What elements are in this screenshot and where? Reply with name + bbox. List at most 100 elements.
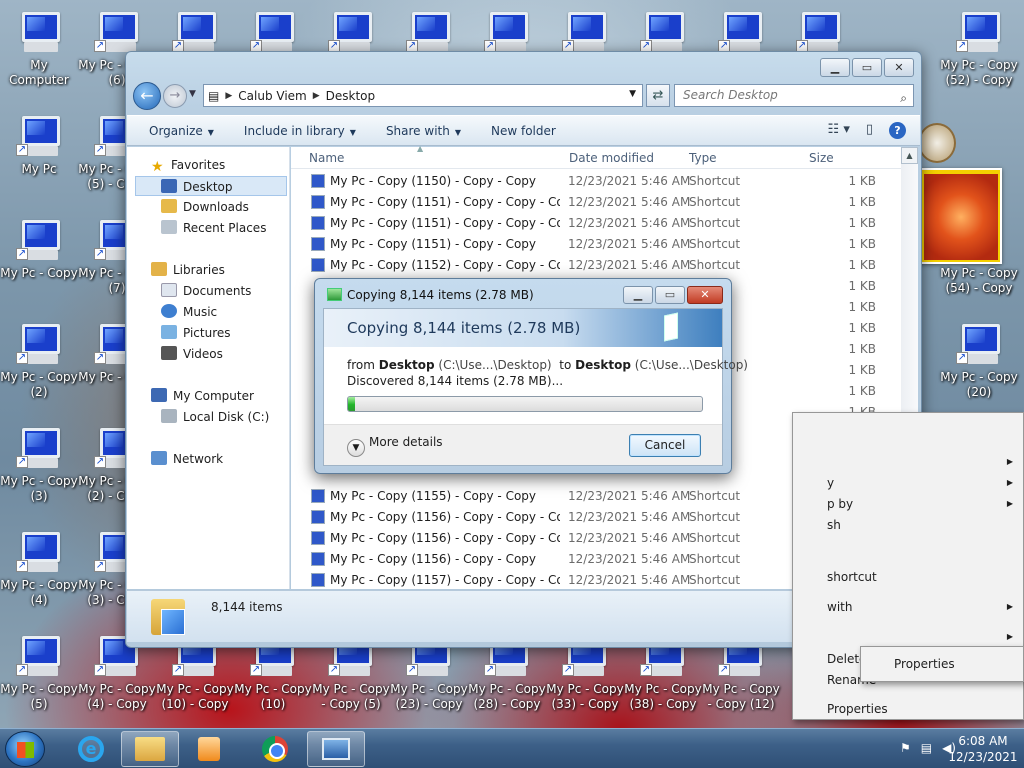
nav-favorites[interactable]: ★ Favorites — [151, 155, 225, 175]
address-dropdown-icon[interactable]: ▼ — [629, 89, 636, 99]
context-menu-item[interactable]: shortcut — [793, 566, 1023, 588]
dialog-close-button[interactable]: ✕ — [687, 286, 723, 304]
nav-local-disk[interactable]: Local Disk (C:) — [161, 407, 269, 427]
desktop-icon-my-pc[interactable]: ↗ My Pc - Copy (4) — [0, 522, 78, 626]
copy-progress-bar — [347, 396, 703, 412]
more-details-button[interactable]: ▼ More details — [347, 435, 443, 457]
file-row[interactable]: My Pc - Copy (1151) - Copy - Copy 12/23/2… — [291, 234, 891, 255]
breadcrumb-separator-icon[interactable]: ▶ — [313, 91, 320, 101]
column-header-name[interactable]: Name — [309, 151, 344, 165]
desktop-icon-my-pc[interactable]: ↗ My Pc - Copy (5) — [0, 626, 78, 730]
maximize-button[interactable]: ▭ — [852, 58, 882, 77]
desktop-icon-label: My Pc - Copy — [0, 266, 78, 280]
shortcut-arrow-icon: ↗ — [16, 248, 28, 260]
column-header-date[interactable]: Date modified — [569, 151, 654, 165]
nav-recent-places[interactable]: Recent Places — [161, 218, 266, 238]
refresh-button[interactable]: ⇄ — [646, 84, 670, 107]
source-link[interactable]: Desktop — [379, 358, 435, 372]
desktop-icon-my-pc[interactable]: ↗ My Pc - Copy (2) — [0, 314, 78, 418]
file-row[interactable]: My Pc - Copy (1151) - Copy - Copy - Co..… — [291, 192, 891, 213]
desktop-icon-my-pc[interactable]: ↗ My Pc - Copy — [0, 210, 78, 314]
nav-videos[interactable]: Videos — [161, 344, 223, 364]
chevron-right-icon: ▶ — [1006, 457, 1013, 466]
close-button[interactable]: ✕ — [884, 58, 914, 77]
desktop-icon-my-pc[interactable]: ↗ My Pc - Copy (20) — [940, 314, 1018, 418]
computer-icon — [256, 12, 294, 42]
column-header-type[interactable]: Type — [689, 151, 717, 165]
context-menu-item[interactable]: ▶ — [793, 451, 1023, 473]
dialog-maximize-button[interactable]: ▭ — [655, 286, 685, 304]
dialog-minimize-button[interactable]: ▁ — [623, 286, 653, 304]
file-date: 12/23/2021 5:46 AM — [568, 489, 691, 503]
history-dropdown-icon[interactable]: ▼ — [189, 89, 196, 99]
copy-window-icon — [322, 738, 350, 760]
nav-desktop[interactable]: Desktop — [135, 176, 287, 196]
computer-icon — [22, 636, 60, 666]
file-size: 1 KB — [848, 195, 876, 209]
breadcrumb-item-user[interactable]: Calub Viem — [238, 89, 306, 103]
taskbar-chrome[interactable] — [246, 731, 304, 767]
taskbar-internet-explorer[interactable]: e — [62, 731, 120, 767]
shortcut-arrow-icon: ↗ — [172, 664, 184, 676]
nav-pictures[interactable]: Pictures — [161, 323, 231, 343]
organize-button[interactable]: Organize ▼ — [149, 124, 214, 138]
desktop-icon-my-pc[interactable]: ↗ My Pc — [0, 106, 78, 210]
context-menu-item[interactable]: sh — [793, 514, 1023, 536]
desktop-icon-my-pc[interactable]: ↗ My Pc - Copy (3) — [0, 418, 78, 522]
file-date: 12/23/2021 5:46 AM — [568, 552, 691, 566]
file-row[interactable]: My Pc - Copy (1150) - Copy - Copy 12/23/2… — [291, 171, 891, 192]
desktop-icon-my-pc[interactable]: My Computer — [0, 2, 78, 106]
taskbar-media-player[interactable] — [180, 731, 238, 767]
include-in-library-button[interactable]: Include in library ▼ — [244, 124, 356, 138]
preview-pane-icon[interactable]: ▯ — [866, 122, 873, 139]
back-button[interactable]: ← — [133, 82, 161, 110]
clock[interactable]: 6:08 AM 12/23/2021 — [948, 733, 1018, 765]
file-row[interactable]: My Pc - Copy (1151) - Copy - Copy - Copy… — [291, 213, 891, 234]
nav-music[interactable]: Music — [161, 302, 217, 322]
context-menu-item[interactable] — [793, 417, 1023, 439]
destination-link[interactable]: Desktop — [575, 358, 631, 372]
breadcrumb-item-desktop[interactable]: Desktop — [326, 89, 376, 103]
help-icon[interactable]: ? — [889, 122, 906, 139]
network-status-icon[interactable]: ▤ — [921, 741, 932, 755]
search-icon[interactable]: ⌕ — [900, 88, 907, 109]
nav-libraries[interactable]: Libraries — [151, 260, 225, 280]
desktop-icon-label: My Pc - Copy (4) - Copy — [78, 682, 156, 711]
file-type: Shortcut — [689, 573, 741, 587]
column-headers: Name ▲ Date modified Type Size — [291, 144, 901, 169]
cancel-button[interactable]: Cancel — [629, 434, 701, 457]
shortcut-icon — [311, 489, 325, 503]
address-bar[interactable]: ▤ ▶ Calub Viem ▶ Desktop ▼ — [203, 84, 643, 107]
context-menu-item[interactable]: Properties — [793, 698, 1023, 720]
column-header-size[interactable]: Size — [809, 151, 834, 165]
nav-documents[interactable]: Documents — [161, 281, 251, 301]
context-menu-item[interactable]: ▶ — [793, 626, 1023, 648]
minimize-button[interactable]: ▁ — [820, 58, 850, 77]
taskbar-copy-dialog[interactable] — [307, 731, 365, 767]
search-input[interactable]: Search Desktop ⌕ — [674, 84, 914, 107]
nav-network[interactable]: Network — [151, 449, 223, 469]
context-submenu: Properties — [860, 646, 1024, 682]
submenu-item-properties[interactable]: Properties — [894, 657, 955, 671]
file-type: Shortcut — [689, 489, 741, 503]
breadcrumb-separator-icon[interactable]: ▶ — [225, 91, 232, 101]
desktop-icon-my-pc[interactable]: ↗ My Pc - Copy (52) - Copy — [940, 2, 1018, 106]
scroll-up-icon[interactable]: ▲ — [901, 147, 918, 164]
nav-downloads[interactable]: Downloads — [161, 197, 249, 217]
context-menu-item[interactable]: p by ▶ — [793, 493, 1023, 515]
nav-my-computer[interactable]: My Computer — [151, 386, 254, 406]
action-center-icon[interactable]: ⚑ — [900, 741, 911, 755]
share-with-button[interactable]: Share with ▼ — [386, 124, 461, 138]
forward-button[interactable]: → — [163, 84, 187, 108]
file-row[interactable]: My Pc - Copy (1152) - Copy - Copy - Co..… — [291, 255, 891, 276]
file-date: 12/23/2021 5:46 AM — [568, 573, 691, 587]
shortcut-arrow-icon: ↗ — [16, 144, 28, 156]
new-folder-button[interactable]: New folder — [491, 124, 556, 138]
context-menu-item[interactable]: with ▶ — [793, 596, 1023, 618]
start-button[interactable] — [5, 731, 45, 767]
shortcut-arrow-icon: ↗ — [94, 456, 106, 468]
taskbar-explorer[interactable] — [121, 731, 179, 767]
chevron-down-icon: ▼ — [347, 439, 365, 457]
context-menu-item[interactable]: y ▶ — [793, 472, 1023, 494]
view-options-icon[interactable]: ☷ ▾ — [828, 122, 850, 139]
